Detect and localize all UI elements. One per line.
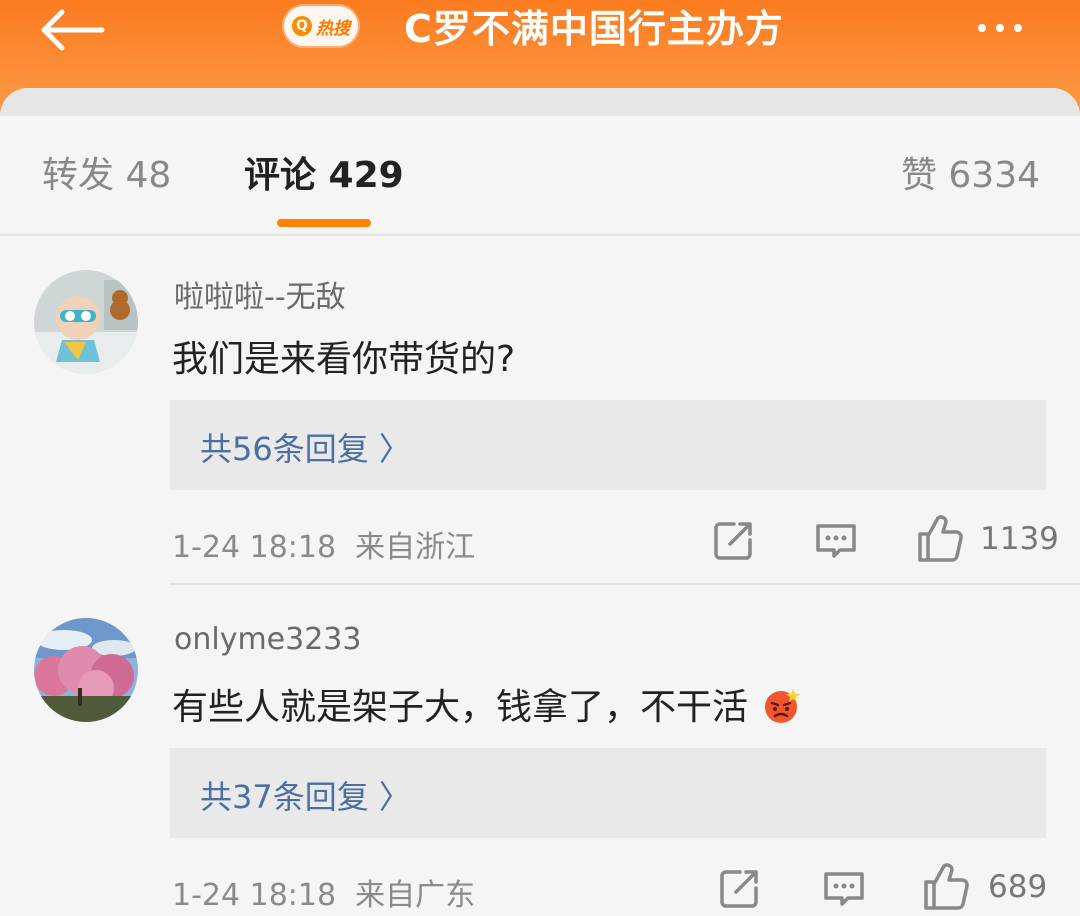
comment-meta: 1-24 18:18 来自广东 bbox=[172, 870, 475, 914]
comment-text-content: 有些人就是架子大，钱拿了，不干活 bbox=[172, 687, 749, 728]
comment-username[interactable]: onlyme3233 bbox=[174, 622, 362, 657]
replies-count: 共37条回复 〉 bbox=[200, 778, 411, 816]
angry-face-emoji-icon bbox=[765, 689, 801, 723]
sheet-top-edge bbox=[0, 88, 1080, 116]
hot-search-badge[interactable]: Q 热搜 bbox=[284, 6, 358, 46]
search-icon: Q bbox=[292, 16, 312, 36]
avatar[interactable] bbox=[34, 618, 138, 722]
tabs-divider bbox=[0, 234, 1080, 236]
comment-text: 我们是来看你带货的? bbox=[172, 339, 516, 380]
comment-divider bbox=[170, 583, 1080, 585]
like-count: 1139 bbox=[980, 521, 1059, 557]
comment-location: 来自浙江 bbox=[355, 530, 476, 565]
active-tab-indicator bbox=[277, 219, 371, 227]
share-icon[interactable] bbox=[716, 864, 764, 912]
comment-location: 来自广东 bbox=[355, 878, 476, 913]
replies-link[interactable]: 共37条回复 〉 bbox=[170, 748, 1046, 838]
tab-like[interactable]: 赞 6334 bbox=[901, 154, 1040, 198]
comment-time: 1-24 18:18 bbox=[172, 878, 337, 913]
like-icon[interactable] bbox=[916, 512, 964, 562]
comment-icon[interactable] bbox=[820, 864, 868, 912]
tab-forward[interactable]: 转发 48 bbox=[42, 154, 171, 198]
topic-title: C罗不满中国行主办方 bbox=[404, 7, 784, 51]
hot-badge-label: 热搜 bbox=[316, 18, 350, 39]
share-icon[interactable] bbox=[710, 516, 758, 564]
tab-comment[interactable]: 评论 429 bbox=[244, 154, 404, 198]
like-icon[interactable] bbox=[922, 860, 970, 910]
comment-username[interactable]: 啦啦啦--无敌 bbox=[174, 272, 346, 316]
comments-sheet: 转发 48 评论 429 赞 6334 啦啦啦--无敌 我们是来看你带货的? 共… bbox=[0, 88, 1080, 913]
more-options-icon[interactable] bbox=[978, 16, 1044, 40]
comment-icon[interactable] bbox=[812, 516, 860, 564]
replies-count: 共56条回复 〉 bbox=[200, 430, 411, 468]
back-arrow-icon[interactable] bbox=[36, 8, 106, 52]
replies-link[interactable]: 共56条回复 〉 bbox=[170, 400, 1046, 490]
comment-meta: 1-24 18:18 来自浙江 bbox=[172, 522, 475, 566]
comment-time: 1-24 18:18 bbox=[172, 530, 337, 565]
comment-text: 有些人就是架子大，钱拿了，不干活 bbox=[172, 678, 801, 730]
like-count: 689 bbox=[988, 869, 1048, 905]
avatar[interactable] bbox=[34, 270, 138, 374]
